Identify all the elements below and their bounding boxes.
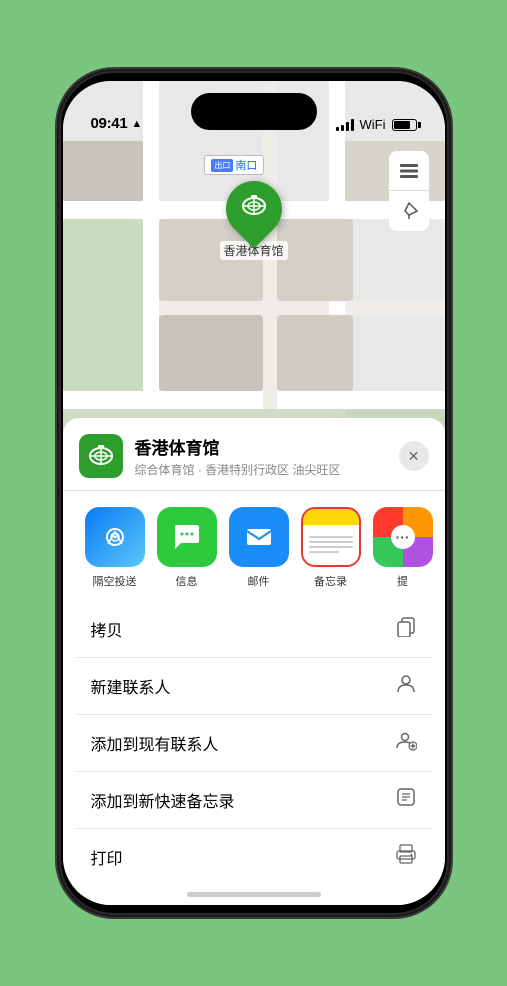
copy-icon bbox=[395, 615, 417, 643]
more-icon: ··· bbox=[373, 507, 433, 567]
road-h3 bbox=[63, 391, 445, 409]
sheet-header: 香港体育馆 综合体育馆 · 香港特别行政区 油尖旺区 ✕ bbox=[63, 418, 445, 491]
more-label: 提 bbox=[397, 573, 408, 589]
venue-desc: 综合体育馆 · 香港特别行政区 油尖旺区 bbox=[135, 461, 387, 478]
nankou-label: 出口 南口 bbox=[204, 155, 264, 175]
share-item-notes[interactable]: 备忘录 bbox=[295, 507, 367, 589]
status-time: 09:41 bbox=[91, 115, 128, 132]
signal-bar-3 bbox=[346, 122, 349, 131]
stadium-marker[interactable]: 香港体育馆 bbox=[219, 181, 287, 260]
share-item-mail[interactable]: 邮件 bbox=[223, 507, 295, 589]
green-area-1 bbox=[63, 219, 143, 391]
airdrop-label: 隔空投送 bbox=[93, 573, 137, 589]
bottom-sheet: 香港体育馆 综合体育馆 · 香港特别行政区 油尖旺区 ✕ bbox=[63, 418, 445, 905]
signal-bars bbox=[336, 119, 354, 131]
location-button[interactable] bbox=[389, 191, 429, 231]
add-notes-icon bbox=[395, 786, 417, 814]
battery-fill bbox=[394, 121, 411, 129]
mail-label: 邮件 bbox=[248, 573, 270, 589]
print-icon bbox=[395, 843, 417, 871]
signal-bar-4 bbox=[351, 119, 354, 131]
action-add-notes-label: 添加到新快速备忘录 bbox=[91, 788, 235, 812]
airdrop-icon bbox=[85, 507, 145, 567]
map-block-4 bbox=[277, 315, 353, 391]
action-add-notes[interactable]: 添加到新快速备忘录 bbox=[75, 772, 433, 829]
signal-bar-1 bbox=[336, 127, 339, 131]
map-block-2 bbox=[277, 219, 353, 301]
share-row: 隔空投送 信息 bbox=[63, 491, 445, 597]
action-new-contact-label: 新建联系人 bbox=[91, 674, 171, 698]
action-copy[interactable]: 拷贝 bbox=[75, 601, 433, 658]
message-icon bbox=[157, 507, 217, 567]
action-print-label: 打印 bbox=[91, 845, 123, 869]
stadium-pin-icon bbox=[239, 192, 267, 226]
notes-icon bbox=[301, 507, 361, 567]
venue-icon bbox=[79, 434, 123, 478]
nankou-text: 南口 bbox=[235, 157, 257, 173]
wifi-icon: WiFi bbox=[360, 117, 386, 132]
message-label: 信息 bbox=[176, 573, 198, 589]
exit-badge: 出口 bbox=[211, 159, 233, 172]
venue-info: 香港体育馆 综合体育馆 · 香港特别行政区 油尖旺区 bbox=[135, 434, 387, 478]
action-copy-label: 拷贝 bbox=[91, 617, 123, 641]
map-block-3 bbox=[159, 315, 263, 391]
map-layers-button[interactable] bbox=[389, 151, 429, 191]
battery-icon bbox=[392, 119, 417, 131]
action-new-contact[interactable]: 新建联系人 bbox=[75, 658, 433, 715]
home-indicator bbox=[187, 892, 321, 897]
phone-screen: 09:41 ▲ WiFi bbox=[63, 81, 445, 905]
add-existing-icon bbox=[395, 729, 417, 757]
notes-label: 备忘录 bbox=[314, 573, 347, 589]
mail-icon bbox=[229, 507, 289, 567]
phone-frame: 09:41 ▲ WiFi bbox=[59, 71, 449, 915]
share-item-airdrop[interactable]: 隔空投送 bbox=[79, 507, 151, 589]
map-block-5 bbox=[63, 141, 143, 201]
location-arrow-icon: ▲ bbox=[131, 118, 142, 130]
new-contact-icon bbox=[395, 672, 417, 700]
action-add-existing[interactable]: 添加到现有联系人 bbox=[75, 715, 433, 772]
dynamic-island bbox=[191, 93, 317, 130]
map-controls bbox=[389, 151, 429, 231]
share-item-message[interactable]: 信息 bbox=[151, 507, 223, 589]
action-list: 拷贝 新建联系人 bbox=[75, 601, 433, 885]
signal-bar-2 bbox=[341, 125, 344, 131]
venue-name: 香港体育馆 bbox=[135, 434, 387, 459]
close-button[interactable]: ✕ bbox=[399, 441, 429, 471]
share-item-more[interactable]: ··· 提 bbox=[367, 507, 439, 589]
status-icons: WiFi bbox=[336, 117, 417, 132]
action-print[interactable]: 打印 bbox=[75, 829, 433, 885]
action-add-existing-label: 添加到现有联系人 bbox=[91, 731, 219, 755]
stadium-pin bbox=[214, 169, 293, 248]
